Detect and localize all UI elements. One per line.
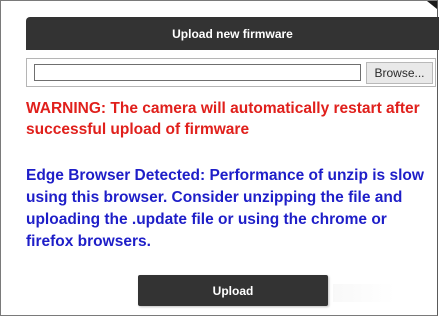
file-path-input[interactable] (34, 64, 361, 81)
corner-mark (427, 1, 437, 9)
button-shadow (333, 284, 395, 302)
upload-button[interactable]: Upload (138, 275, 328, 306)
edge-browser-notice: Edge Browser Detected: Performance of un… (26, 167, 424, 250)
browse-button[interactable]: Browse... (366, 62, 433, 84)
file-picker: Browse... (26, 58, 436, 87)
restart-warning: WARNING: The camera will automatically r… (26, 100, 420, 138)
firmware-upload-panel: Upload new firmware Browse... WARNING: T… (0, 0, 439, 316)
section-title: Upload new firmware (172, 26, 293, 41)
section-header: Upload new firmware (26, 17, 439, 50)
